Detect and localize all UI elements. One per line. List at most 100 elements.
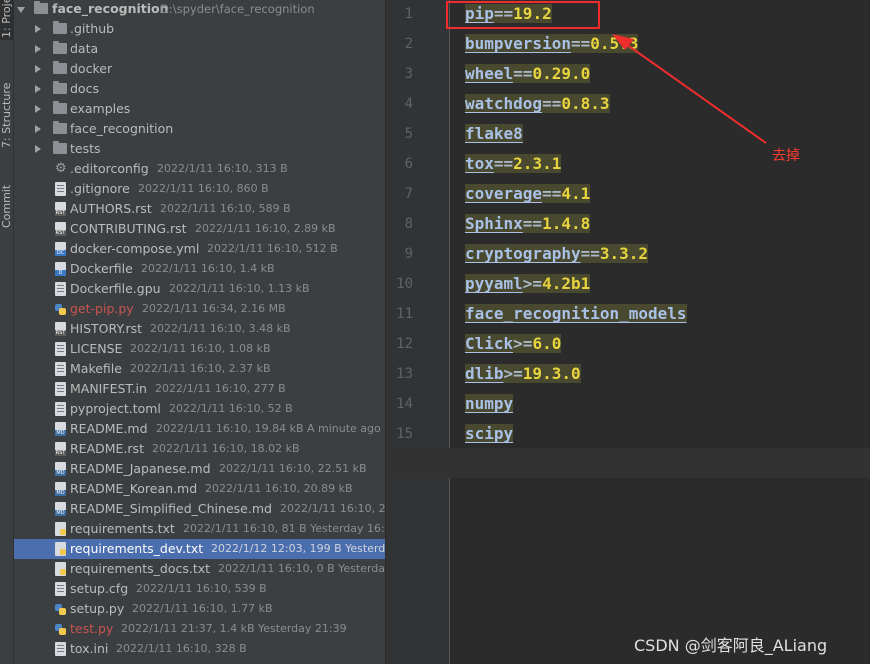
code-line[interactable]: scipy bbox=[465, 422, 514, 446]
code-line[interactable]: numpy bbox=[465, 392, 514, 416]
tree-file-row[interactable]: DC docker-compose.yml 2022/1/11 16:10, 512… bbox=[14, 239, 385, 259]
tree-file-row[interactable]: LICENSE 2022/1/11 16:10, 1.08 kB bbox=[14, 339, 385, 359]
collapsed-arrow-icon[interactable] bbox=[35, 145, 41, 153]
version-number: 4.2b1 bbox=[542, 274, 591, 293]
code-line[interactable]: Sphinx==1.4.8 bbox=[465, 212, 591, 236]
icon-badge: MD bbox=[55, 430, 66, 436]
folder-name: .github bbox=[70, 21, 115, 36]
package-name[interactable]: tox bbox=[465, 154, 494, 173]
icon-badge: D bbox=[55, 270, 66, 276]
line-number: 10 bbox=[396, 276, 413, 292]
docker-compose-icon: DC bbox=[55, 242, 66, 256]
tree-file-row[interactable]: .gitignore 2022/1/11 16:10, 860 B bbox=[14, 179, 385, 199]
tree-file-row[interactable]: Dockerfile.gpu 2022/1/11 16:10, 1.13 kB bbox=[14, 279, 385, 299]
tree-file-row[interactable]: RST CONTRIBUTING.rst 2022/1/11 16:10, 2.89… bbox=[14, 219, 385, 239]
tree-file-row[interactable]: requirements_dev.txt 2022/1/12 12:03, 199… bbox=[14, 539, 385, 559]
tree-folder-row[interactable]: data bbox=[14, 39, 385, 59]
icon-badge: MD bbox=[55, 510, 66, 516]
code-editor[interactable]: 1 2 3 4 5 6 7 8 9 10 11 12 13 14 15 pip==19.2 bumpversi… bbox=[386, 0, 870, 664]
tree-file-row[interactable]: MD README.md 2022/1/11 16:10, 19.84 kB A m… bbox=[14, 419, 385, 439]
folder-icon bbox=[53, 141, 67, 154]
code-line[interactable]: bumpversion==0.5.3 bbox=[465, 32, 639, 56]
code-line[interactable]: wheel==0.29.0 bbox=[465, 62, 591, 86]
package-name[interactable]: wheel bbox=[465, 64, 514, 83]
folder-name: examples bbox=[70, 101, 131, 116]
code-line[interactable]: Click>=6.0 bbox=[465, 332, 562, 356]
package-name[interactable]: dlib bbox=[465, 364, 504, 383]
tree-file-row[interactable]: Makefile 2022/1/11 16:10, 2.37 kB bbox=[14, 359, 385, 379]
commit-tool-tab[interactable]: Commit bbox=[0, 160, 14, 230]
code-line[interactable]: pyyaml>=4.2b1 bbox=[465, 272, 591, 296]
file-meta: 2022/1/11 16:10, 3.48 kB bbox=[150, 322, 291, 335]
code-line[interactable]: tox==2.3.1 bbox=[465, 152, 562, 176]
version-number: 1.4.8 bbox=[542, 214, 591, 233]
tree-file-row[interactable]: D Dockerfile 2022/1/11 16:10, 1.4 kB bbox=[14, 259, 385, 279]
file-meta: 2022/1/11 16:10, 2.89 kB bbox=[195, 222, 336, 235]
tree-file-row[interactable]: MD README_Simplified_Chinese.md 2022/1/11 … bbox=[14, 499, 385, 519]
file-meta: 2022/1/11 16:10, 19.84 kB A minute ago bbox=[156, 422, 381, 435]
package-name[interactable]: flake8 bbox=[465, 124, 523, 143]
project-tool-tab[interactable]: 1: Project bbox=[0, 0, 14, 40]
tree-file-row[interactable]: RST AUTHORS.rst 2022/1/11 16:10, 589 B bbox=[14, 199, 385, 219]
code-line[interactable]: face_recognition_models bbox=[465, 302, 687, 326]
tree-folder-row[interactable]: examples bbox=[14, 99, 385, 119]
tree-file-row[interactable]: tox.ini 2022/1/11 16:10, 328 B bbox=[14, 639, 385, 659]
expand-arrow-icon[interactable] bbox=[17, 7, 25, 13]
tree-folder-row[interactable]: face_recognition bbox=[14, 119, 385, 139]
collapsed-arrow-icon[interactable] bbox=[35, 85, 41, 93]
tree-file-row[interactable]: ⚙ .editorconfig 2022/1/11 16:10, 313 B bbox=[14, 159, 385, 179]
rst-file-icon: RST bbox=[55, 442, 66, 456]
tree-file-row[interactable]: MD README_Japanese.md 2022/1/11 16:10, 22.… bbox=[14, 459, 385, 479]
text-file-icon bbox=[55, 342, 66, 356]
tree-file-row[interactable]: MD README_Korean.md 2022/1/11 16:10, 20.89… bbox=[14, 479, 385, 499]
package-name[interactable]: watchdog bbox=[465, 94, 543, 113]
package-name[interactable]: Click bbox=[465, 334, 514, 353]
file-name: README_Korean.md bbox=[70, 481, 198, 496]
tree-file-row[interactable]: MANIFEST.in 2022/1/11 16:10, 277 B bbox=[14, 379, 385, 399]
code-line[interactable]: watchdog==0.8.3 bbox=[465, 92, 610, 116]
markdown-file-icon: MD bbox=[55, 422, 66, 436]
tree-file-row[interactable]: setup.cfg 2022/1/11 16:10, 539 B bbox=[14, 579, 385, 599]
file-meta: 2022/1/11 16:10, 313 B bbox=[157, 162, 288, 175]
package-name[interactable]: bumpversion bbox=[465, 34, 571, 53]
tree-file-row[interactable]: RST README.rst 2022/1/11 16:10, 18.02 kB bbox=[14, 439, 385, 459]
package-name[interactable]: Sphinx bbox=[465, 214, 523, 233]
tree-folder-row[interactable]: .github bbox=[14, 19, 385, 39]
folder-icon bbox=[53, 21, 67, 34]
package-name[interactable]: numpy bbox=[465, 394, 514, 413]
tree-folder-row[interactable]: docs bbox=[14, 79, 385, 99]
collapsed-arrow-icon[interactable] bbox=[35, 65, 41, 73]
collapsed-arrow-icon[interactable] bbox=[35, 45, 41, 53]
collapsed-arrow-icon[interactable] bbox=[35, 25, 41, 33]
tree-file-row[interactable]: setup.py 2022/1/11 16:10, 1.77 kB bbox=[14, 599, 385, 619]
collapsed-arrow-icon[interactable] bbox=[35, 125, 41, 133]
tree-file-row[interactable]: requirements_docs.txt 2022/1/11 16:10, 0 … bbox=[14, 559, 385, 579]
tree-file-row[interactable]: requirements.txt 2022/1/11 16:10, 81 B Ye… bbox=[14, 519, 385, 539]
tree-file-row[interactable]: RST HISTORY.rst 2022/1/11 16:10, 3.48 kB bbox=[14, 319, 385, 339]
package-name[interactable]: scipy bbox=[465, 424, 514, 443]
version-operator: == bbox=[522, 214, 543, 233]
structure-tool-tab[interactable]: 7: Structure bbox=[0, 60, 14, 150]
line-number: 15 bbox=[396, 426, 413, 442]
code-line[interactable]: coverage==4.1 bbox=[465, 182, 591, 206]
line-number: 4 bbox=[404, 96, 413, 112]
package-name[interactable]: cryptography bbox=[465, 244, 581, 263]
collapsed-arrow-icon[interactable] bbox=[35, 105, 41, 113]
tree-folder-row[interactable]: tests bbox=[14, 139, 385, 159]
package-name[interactable]: face_recognition_models bbox=[465, 304, 687, 323]
tree-folder-row[interactable]: docker bbox=[14, 59, 385, 79]
file-meta: 2022/1/11 16:10, 860 B bbox=[138, 182, 269, 195]
package-name[interactable]: pyyaml bbox=[465, 274, 523, 293]
line-number: 1 bbox=[404, 6, 413, 22]
icon-badge: MD bbox=[55, 490, 66, 496]
package-name[interactable]: coverage bbox=[465, 184, 543, 203]
code-line[interactable]: flake8 bbox=[465, 122, 523, 146]
version-number: 0.8.3 bbox=[561, 94, 610, 113]
file-name: Dockerfile.gpu bbox=[70, 281, 161, 296]
tree-file-row[interactable]: test.py 2022/1/11 21:37, 1.4 kB Yesterday… bbox=[14, 619, 385, 639]
code-line[interactable]: dlib>=19.3.0 bbox=[465, 362, 581, 386]
tree-file-row[interactable]: get-pip.py 2022/1/11 16:34, 2.16 MB bbox=[14, 299, 385, 319]
tree-file-row[interactable]: pyproject.toml 2022/1/11 16:10, 52 B bbox=[14, 399, 385, 419]
code-line[interactable]: cryptography==3.3.2 bbox=[465, 242, 649, 266]
tree-root-row[interactable]: face_recognition D:\spyder\face_recogniti… bbox=[14, 0, 385, 19]
